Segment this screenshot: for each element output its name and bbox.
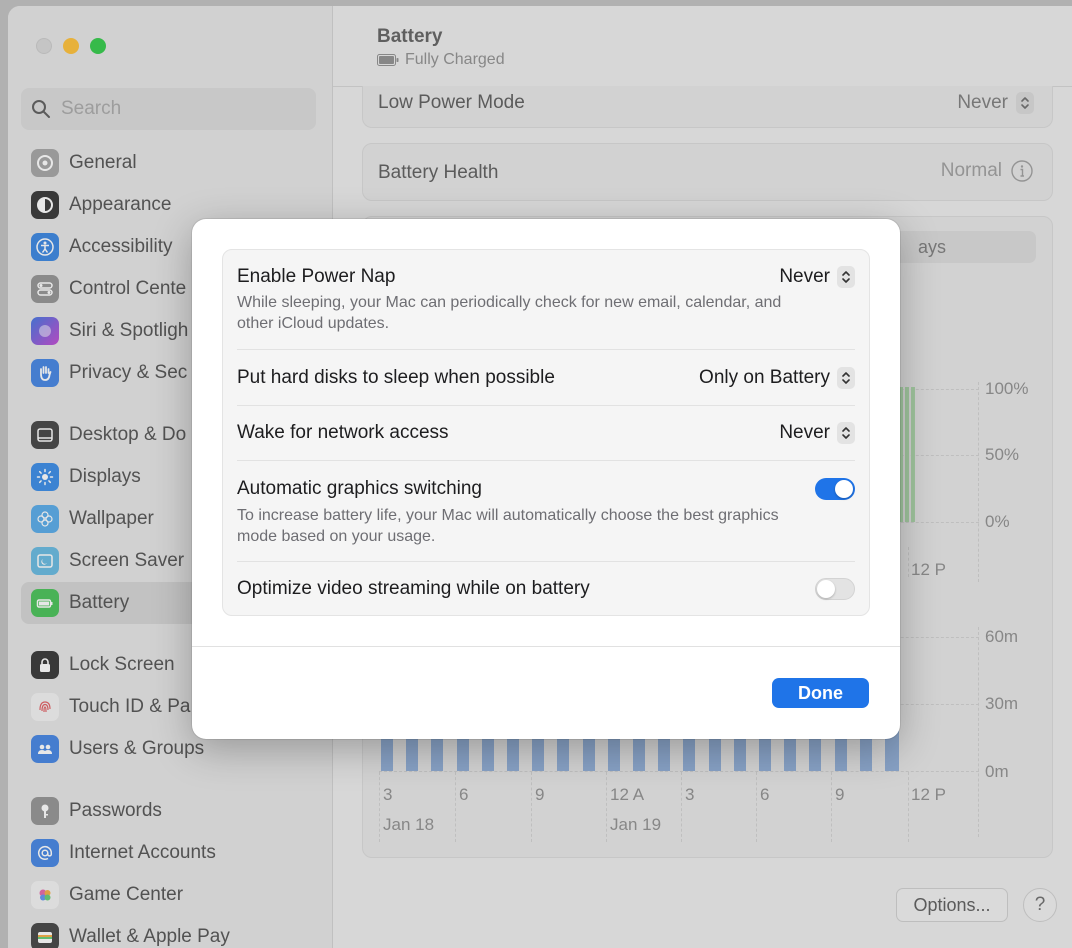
- hard-disk-sleep-row: Put hard disks to sleep when possible On…: [237, 367, 855, 391]
- graphics-switching-row: Automatic graphics switching To increase…: [237, 478, 855, 548]
- row-divider: [237, 460, 855, 461]
- power-nap-label: Enable Power Nap: [237, 266, 396, 287]
- chevron-updown-icon: [837, 367, 855, 389]
- video-streaming-row: Optimize video streaming while on batter…: [237, 578, 855, 602]
- power-nap-row: Enable Power Nap While sleeping, your Ma…: [237, 266, 855, 336]
- power-nap-description: While sleeping, your Mac can periodicall…: [237, 294, 782, 332]
- wake-network-label: Wake for network access: [237, 422, 449, 443]
- power-nap-value: Never: [779, 266, 830, 287]
- toggle-knob: [817, 580, 835, 598]
- wake-network-popup[interactable]: Never: [779, 422, 855, 444]
- graphics-switching-description: To increase battery life, your Mac will …: [237, 507, 779, 545]
- options-card: Enable Power Nap While sleeping, your Ma…: [222, 249, 870, 616]
- video-streaming-label: Optimize video streaming while on batter…: [237, 578, 590, 599]
- hard-disk-sleep-value: Only on Battery: [699, 367, 830, 388]
- row-divider: [237, 349, 855, 350]
- dialog-footer-divider: [192, 646, 900, 647]
- hard-disk-sleep-label: Put hard disks to sleep when possible: [237, 367, 555, 388]
- power-nap-popup[interactable]: Never: [779, 266, 855, 288]
- row-divider: [237, 561, 855, 562]
- battery-options-dialog: Enable Power Nap While sleeping, your Ma…: [192, 219, 900, 739]
- chevron-updown-icon: [837, 422, 855, 444]
- wake-network-row: Wake for network access Never: [237, 422, 855, 446]
- chevron-updown-icon: [837, 266, 855, 288]
- row-divider: [237, 405, 855, 406]
- graphics-switching-toggle[interactable]: [815, 478, 855, 500]
- wake-network-value: Never: [779, 422, 830, 443]
- video-streaming-toggle[interactable]: [815, 578, 855, 600]
- toggle-knob: [835, 480, 853, 498]
- graphics-switching-label: Automatic graphics switching: [237, 478, 482, 499]
- hard-disk-sleep-popup[interactable]: Only on Battery: [699, 367, 855, 389]
- done-button[interactable]: Done: [772, 678, 869, 708]
